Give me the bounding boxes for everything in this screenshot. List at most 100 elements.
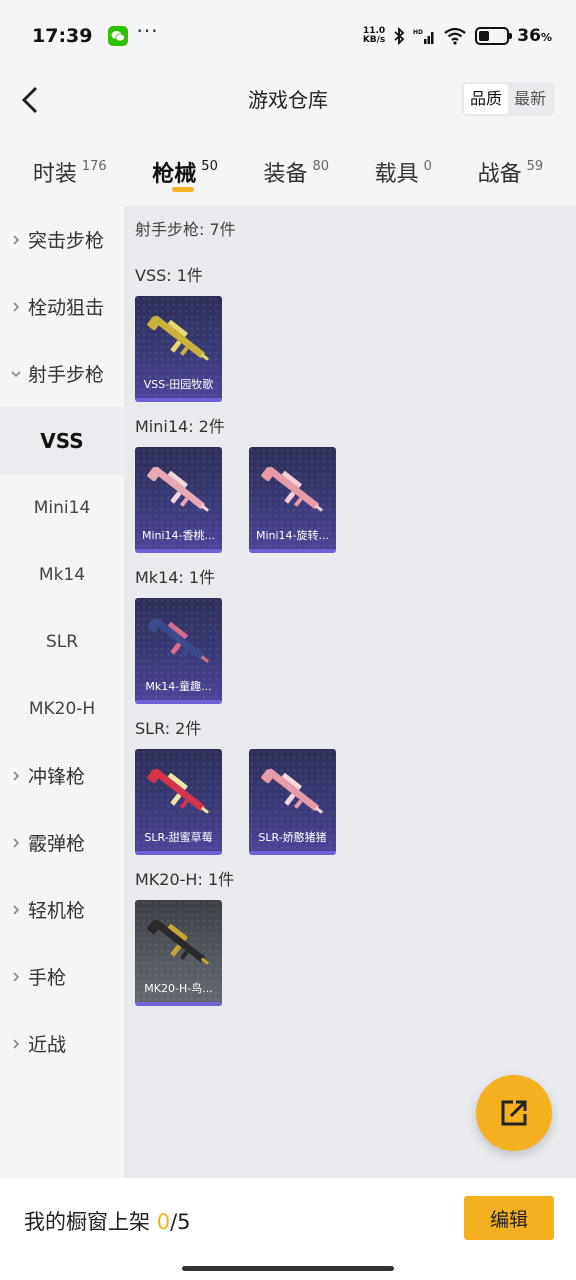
sidebar-item-slr[interactable]: SLR xyxy=(0,608,124,675)
status-right: 11.0 KB/s HD 36% xyxy=(363,26,552,46)
tab-count: 0 xyxy=(423,159,432,174)
skin-card[interactable]: VSS-田园牧歌 xyxy=(135,296,222,402)
wifi-icon xyxy=(444,27,466,45)
home-indicator[interactable] xyxy=(182,1266,394,1271)
chevron-down-icon xyxy=(10,368,22,380)
tab-vehicles[interactable]: 载具 0 xyxy=(375,140,432,204)
sidebar-item-label: VSS xyxy=(40,428,84,453)
tab-count: 59 xyxy=(526,159,544,174)
tab-label: 时装 xyxy=(32,162,77,187)
battery-level: 36 xyxy=(517,26,541,46)
sidebar-item-label: Mini14 xyxy=(33,497,91,518)
battery-unit: % xyxy=(540,31,552,44)
battery-fill xyxy=(479,31,489,41)
content-summary: 射手步枪: 7件 xyxy=(135,220,236,239)
battery-icon xyxy=(475,27,513,45)
sort-toggle: 品质 最新 xyxy=(461,82,554,116)
chevron-right-icon xyxy=(10,837,22,849)
tab-fashion[interactable]: 时装 176 xyxy=(33,140,107,204)
bottom-bar: 我的橱窗上架 0/5 编辑 xyxy=(0,1178,576,1280)
chevron-right-icon xyxy=(10,1038,22,1050)
skin-card[interactable]: Mini14-旋转... xyxy=(249,447,336,553)
signal-icon: HD xyxy=(413,29,434,44)
weapon-type-sidebar: 突击步枪 栓动狙击射手步枪 VSS Mini14 Mk14 SLR MK20-H 冲锋枪霰弹枪… xyxy=(0,206,124,1178)
sidebar-item-突击步枪[interactable]: 突击步枪 xyxy=(0,206,124,273)
svg-text:HD: HD xyxy=(413,29,423,36)
rifle-icon xyxy=(147,466,210,512)
skin-name: SLR-甜蜜草莓 xyxy=(144,831,213,844)
rifle-icon xyxy=(261,466,324,512)
skin-name: Mini14-旋转... xyxy=(255,529,330,542)
sort-option-latest[interactable]: 最新 xyxy=(508,84,552,114)
more-notifications-icon: ··· xyxy=(136,19,159,43)
status-bar: 17:39 ··· 11.0 KB/s HD 36% xyxy=(0,0,576,72)
share-button[interactable] xyxy=(476,1075,552,1151)
rifle-icon xyxy=(147,315,210,361)
chevron-right-icon xyxy=(10,770,22,782)
tab-count: 80 xyxy=(312,159,330,174)
sidebar-item-label: 射手步枪 xyxy=(28,364,105,386)
sidebar-item-手枪[interactable]: 手枪 xyxy=(0,943,124,1010)
sidebar-item-栓动狙击[interactable]: 栓动狙击 xyxy=(0,273,124,340)
skin-name: SLR-娇憨猪猪 xyxy=(258,831,327,844)
sidebar-item-mini14[interactable]: Mini14 xyxy=(0,474,124,541)
skin-card[interactable]: SLR-娇憨猪猪 xyxy=(249,749,336,855)
sort-option-quality[interactable]: 品质 xyxy=(463,84,508,114)
chevron-right-icon xyxy=(10,234,22,246)
sidebar-item-label: 近战 xyxy=(28,1034,67,1056)
battery-text: 36% xyxy=(517,26,552,46)
tab-label: 枪械 xyxy=(152,162,197,187)
chevron-right-icon xyxy=(10,904,22,916)
tab-count: 176 xyxy=(81,159,107,174)
sidebar-item-label: Mk14 xyxy=(38,564,86,585)
sidebar-item-冲锋枪[interactable]: 冲锋枪 xyxy=(0,742,124,809)
skin-name: Mk14-童趣... xyxy=(145,680,212,693)
group-title: MK20-H: 1件 xyxy=(135,870,235,889)
skin-name: VSS-田园牧歌 xyxy=(143,378,214,391)
sidebar-item-vss[interactable]: VSS xyxy=(0,407,124,474)
sidebar-item-mk14[interactable]: Mk14 xyxy=(0,541,124,608)
skin-list: 射手步枪: 7件 VSS: 1件 VSS-田园牧歌 Mini14: 2件 Mini14… xyxy=(124,206,576,1178)
sidebar-item-近战[interactable]: 近战 xyxy=(0,1010,124,1077)
showcase-status: 我的橱窗上架 0/5 xyxy=(24,1206,191,1236)
skin-card[interactable]: Mk14-童趣... xyxy=(135,598,222,704)
group-title: SLR: 2件 xyxy=(135,719,202,738)
skin-card[interactable]: MK20-H-鸟... xyxy=(135,900,222,1006)
skin-card[interactable]: Mini14-香桃... xyxy=(135,447,222,553)
edit-button[interactable]: 编辑 xyxy=(464,1196,554,1240)
tab-count: 50 xyxy=(201,159,218,174)
showcase-current: 0 xyxy=(156,1210,171,1234)
group-title: Mk14: 1件 xyxy=(135,568,216,587)
group-title: Mini14: 2件 xyxy=(135,417,225,436)
category-tabs: 时装 176 枪械 50 装备 80 载具 0 战备 59 xyxy=(0,140,576,204)
sidebar-item-label: 轻机枪 xyxy=(28,900,86,922)
sidebar-item-label: SLR xyxy=(45,631,79,652)
sidebar-item-label: 手枪 xyxy=(28,967,67,989)
wechat-icon xyxy=(108,26,129,46)
showcase-total: /5 xyxy=(170,1210,191,1234)
sidebar-item-射手步枪[interactable]: 射手步枪 xyxy=(0,340,124,407)
sidebar-item-mk20-h[interactable]: MK20-H xyxy=(0,675,124,742)
header: 游戏仓库 品质 最新 xyxy=(0,72,576,126)
tab-active-indicator xyxy=(172,187,195,192)
chevron-right-icon xyxy=(10,301,22,313)
tab-label: 战备 xyxy=(477,162,522,187)
skin-name: MK20-H-鸟... xyxy=(144,982,213,995)
tab-battle-gear[interactable]: 战备 59 xyxy=(478,140,544,204)
status-time: 17:39 xyxy=(32,25,93,47)
sidebar-item-轻机枪[interactable]: 轻机枪 xyxy=(0,876,124,943)
tab-firearms[interactable]: 枪械 50 xyxy=(152,140,218,204)
skin-card[interactable]: SLR-甜蜜草莓 xyxy=(135,749,222,855)
sidebar-item-label: 霰弹枪 xyxy=(28,833,86,855)
sidebar-item-label: 冲锋枪 xyxy=(28,766,86,788)
group-title: VSS: 1件 xyxy=(135,266,203,285)
tab-equipment[interactable]: 装备 80 xyxy=(263,140,329,204)
rifle-icon xyxy=(147,919,210,965)
tab-label: 载具 xyxy=(374,162,419,187)
chevron-right-icon xyxy=(10,971,22,983)
showcase-label: 我的橱窗上架 xyxy=(24,1210,150,1234)
rifle-icon xyxy=(147,617,210,663)
net-speed-unit: KB/s xyxy=(362,35,386,45)
tab-label: 装备 xyxy=(263,162,308,187)
sidebar-item-霰弹枪[interactable]: 霰弹枪 xyxy=(0,809,124,876)
